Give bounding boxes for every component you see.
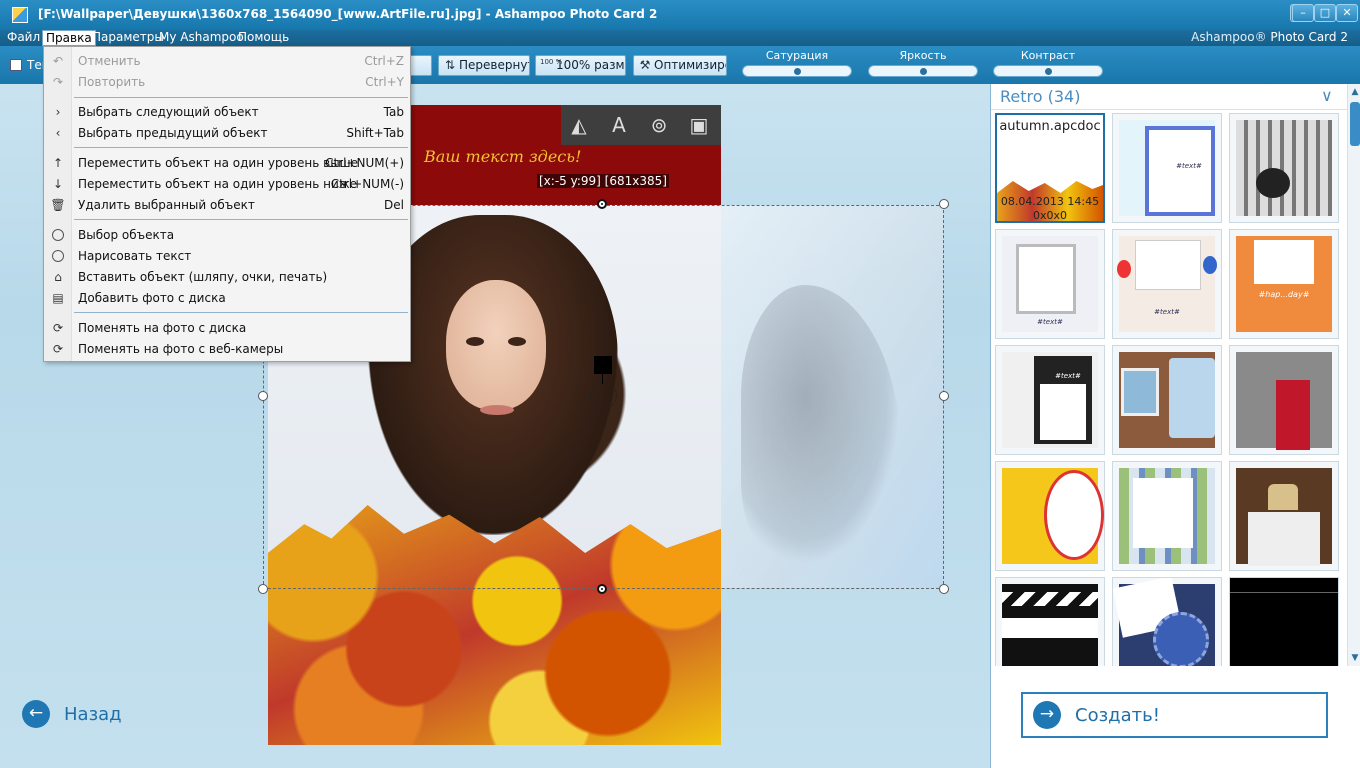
move-handle[interactable]	[594, 356, 612, 374]
template-thumb-window[interactable]	[1112, 345, 1222, 455]
template-thumb-baby[interactable]: #text#	[1112, 113, 1222, 223]
template-thumb-phonebooth[interactable]	[1229, 345, 1339, 455]
flip-icon: ⇅	[444, 58, 456, 72]
template-thumb-notebook[interactable]: #text#	[995, 345, 1105, 455]
menu-next-object[interactable]: › Выбрать следующий объект Tab	[44, 102, 410, 122]
coords-readout: [x:-5 y:99] [681x385]	[537, 174, 669, 188]
arrow-up-icon: ↑	[52, 156, 64, 170]
minimize-button[interactable]: –	[1292, 4, 1314, 22]
edit-menu: ↶ Отменить Ctrl+Z ↷ Повторить Ctrl+Y › В…	[43, 46, 411, 362]
refresh-icon: ⟳	[52, 342, 64, 356]
optimize-button[interactable]: ⚒ Оптимизировать	[633, 55, 727, 76]
arrow-down-icon: ↓	[52, 177, 64, 191]
saturation-knob[interactable]	[794, 68, 801, 75]
resize-handle-bottom-left[interactable]	[258, 584, 268, 594]
contrast-label: Контраст	[1020, 49, 1076, 62]
redo-icon: ↷	[52, 75, 64, 89]
resize-handle-bottom-right[interactable]	[939, 584, 949, 594]
template-panel: Retro (34) ∨ autumn.apcdoc 08.04.2013 14…	[990, 84, 1360, 768]
menu-bar: Файл Правка Параметры My Ashampoo Помощь	[0, 30, 1360, 46]
stamp-icon: ⊚	[650, 113, 668, 137]
menu-replace-from-disk[interactable]: ⟳ Поменять на фото с диска	[44, 318, 410, 338]
template-thumb-balloons[interactable]: #text#	[1112, 229, 1222, 339]
scroll-down-icon[interactable]: ▼	[1349, 652, 1360, 664]
text-checkbox[interactable]	[10, 59, 22, 71]
resize-handle-top[interactable]	[597, 199, 607, 209]
template-thumb-papers[interactable]: #text#	[995, 229, 1105, 339]
brand-logo: Ashampoo® Photo Card 2	[1191, 30, 1348, 44]
template-thumb-clapper[interactable]	[995, 577, 1105, 666]
refresh-icon: ⟳	[52, 321, 64, 335]
menu-move-up[interactable]: ↑ Переместить объект на один уровень выш…	[44, 153, 410, 173]
chevron-right-icon: ›	[55, 105, 61, 119]
template-thumb-yellow[interactable]	[995, 461, 1105, 571]
undo-icon: ↶	[52, 54, 64, 68]
contrast-knob[interactable]	[1045, 68, 1052, 75]
template-thumb-black[interactable]	[1229, 577, 1339, 666]
app-icon	[12, 7, 28, 23]
menu-my-ashampoo[interactable]: My Ashampoo	[156, 30, 247, 46]
add-photo-icon: ▤	[52, 291, 64, 305]
resize-handle-right[interactable]	[939, 391, 949, 401]
radio-icon	[50, 227, 66, 243]
category-label: Retro (34)	[1000, 87, 1081, 106]
template-thumb-birthday[interactable]: #hap...day#	[1229, 229, 1339, 339]
resize-handle-left[interactable]	[258, 391, 268, 401]
menu-undo[interactable]: ↶ Отменить Ctrl+Z	[44, 51, 410, 71]
saturation-slider[interactable]	[742, 65, 852, 77]
actual-size-button[interactable]: 100 % 100% размер	[535, 55, 626, 76]
template-grid: autumn.apcdoc 08.04.2013 14:45 0x0x0 #te…	[991, 110, 1347, 666]
menu-file[interactable]: Файл	[4, 30, 43, 46]
text-icon: A	[612, 113, 626, 137]
resize-handle-bottom[interactable]	[597, 584, 607, 594]
template-thumb-prison[interactable]	[1229, 113, 1339, 223]
scroll-up-icon[interactable]: ▲	[1349, 86, 1360, 98]
template-thumb-autumn[interactable]: autumn.apcdoc 08.04.2013 14:45 0x0x0	[995, 113, 1105, 223]
menu-delete-object[interactable]: 🗑 Удалить выбранный объект Del	[44, 195, 410, 215]
magic-wand-icon: ⚒	[639, 58, 651, 72]
shapes-icon: ◭	[571, 113, 587, 137]
brightness-label: Яркость	[899, 49, 947, 62]
template-thumb-rosette[interactable]	[1112, 577, 1222, 666]
radio-icon	[50, 248, 66, 264]
rotate-handle[interactable]	[590, 382, 617, 409]
brightness-knob[interactable]	[920, 68, 927, 75]
template-thumb-dresser[interactable]	[1229, 461, 1339, 571]
template-thumb-stripes[interactable]	[1112, 461, 1222, 571]
menu-edit[interactable]: Правка	[42, 30, 96, 46]
arrow-right-icon: →	[1033, 701, 1061, 729]
menu-select-object[interactable]: Выбор объекта	[44, 225, 410, 245]
create-button[interactable]: → Создать!	[1021, 692, 1328, 738]
resize-handle-top-right[interactable]	[939, 199, 949, 209]
close-button[interactable]: ✕	[1336, 4, 1358, 22]
insert-object-icon: ⌂	[54, 270, 62, 284]
menu-replace-from-webcam[interactable]: ⟳ Поменять на фото с веб-камеры	[44, 339, 410, 359]
menu-help[interactable]: Помощь	[235, 30, 292, 46]
arrow-left-icon: ←	[22, 700, 50, 728]
saturation-label: Сатурация	[765, 49, 829, 62]
window-title: [F:\Wallpaper\Девушки\1360x768_1564090_[…	[38, 7, 658, 21]
template-scrollbar[interactable]: ▲ ▼	[1347, 84, 1360, 666]
trash-icon: 🗑	[50, 198, 66, 212]
menu-redo[interactable]: ↷ Повторить Ctrl+Y	[44, 72, 410, 92]
contrast-slider[interactable]	[993, 65, 1103, 77]
chevron-down-icon: ∨	[1321, 86, 1333, 105]
maximize-button[interactable]: □	[1314, 4, 1336, 22]
title-bar: [F:\Wallpaper\Девушки\1360x768_1564090_[…	[0, 0, 1360, 30]
brightness-slider[interactable]	[868, 65, 978, 77]
card-text[interactable]: Ваш текст здесь!	[424, 147, 581, 166]
scroll-thumb[interactable]	[1350, 102, 1360, 146]
menu-draw-text[interactable]: Нарисовать текст	[44, 246, 410, 266]
menu-add-photo[interactable]: ▤ Добавить фото с диска	[44, 288, 410, 308]
photo-icon: ▣	[689, 113, 709, 137]
menu-prev-object[interactable]: ‹ Выбрать предыдущий объект Shift+Tab	[44, 123, 410, 143]
percent-icon: 100 %	[540, 58, 563, 66]
header-icons: ◭ A ⊚ ▣	[561, 105, 721, 145]
chevron-left-icon: ‹	[55, 126, 61, 140]
menu-move-down[interactable]: ↓ Переместить объект на один уровень ниж…	[44, 174, 410, 194]
flip-button[interactable]: ⇅ Перевернуть	[438, 55, 530, 76]
menu-insert-object[interactable]: ⌂ Вставить объект (шляпу, очки, печать)	[44, 267, 410, 287]
category-dropdown[interactable]: Retro (34) ∨	[991, 84, 1360, 110]
